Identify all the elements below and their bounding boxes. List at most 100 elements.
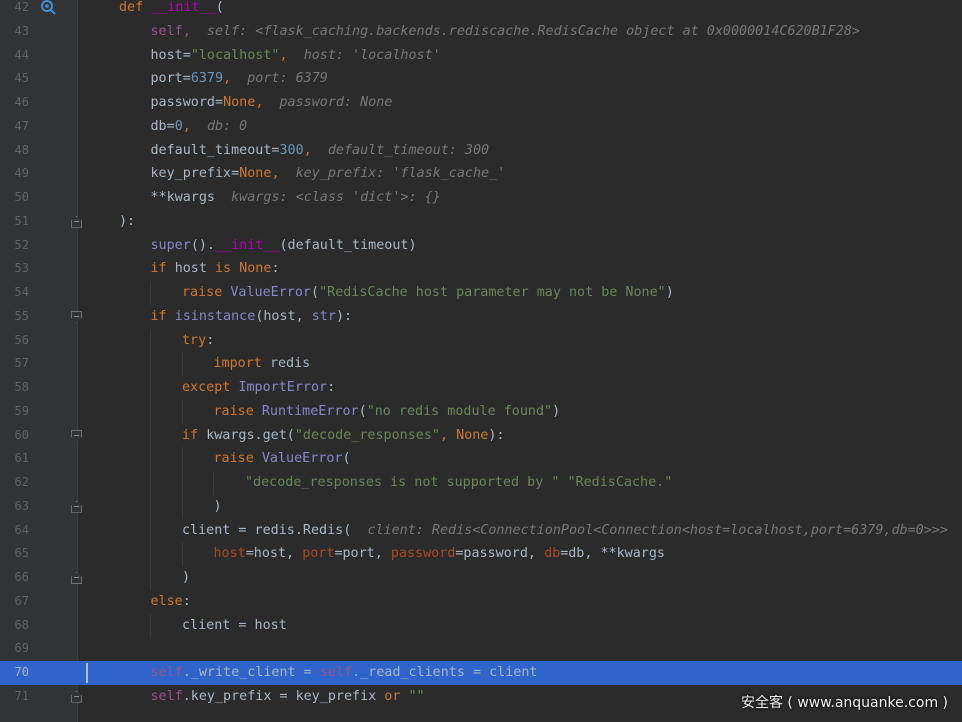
code-text[interactable]: ): [214, 495, 222, 519]
code-line[interactable]: 44 host="localhost", host: 'localhost': [0, 44, 962, 68]
code-text[interactable]: db=0, db: 0: [151, 115, 248, 139]
fold-close-icon[interactable]: [71, 500, 82, 513]
line-number[interactable]: 42: [0, 0, 29, 20]
code-line[interactable]: 57 import redis: [0, 352, 962, 376]
line-number[interactable]: 49: [0, 162, 29, 186]
code-text[interactable]: raise ValueError(: [214, 447, 351, 471]
code-text[interactable]: default_timeout=300, default_timeout: 30…: [151, 139, 490, 163]
line-number[interactable]: 43: [0, 20, 29, 44]
line-number[interactable]: 56: [0, 329, 29, 353]
code-line[interactable]: 56 try:: [0, 328, 962, 353]
code-text[interactable]: self.key_prefix = key_prefix or "": [151, 685, 425, 709]
line-number[interactable]: 62: [0, 471, 29, 495]
code-line[interactable]: 50 **kwargs kwargs: <class 'dict'>: {}: [0, 186, 962, 210]
code-line[interactable]: 55 if isinstance(host, str):: [0, 305, 962, 329]
line-number[interactable]: 69: [0, 637, 29, 661]
fold-close-icon[interactable]: [71, 215, 82, 228]
code-text[interactable]: host=host, port=port, password=password,…: [214, 542, 666, 566]
code-text[interactable]: password=None, password: None: [151, 91, 393, 115]
code-line[interactable]: 61 raise ValueError(: [0, 447, 962, 471]
line-number[interactable]: 46: [0, 91, 29, 115]
code-line[interactable]: 68 client = host: [0, 613, 962, 638]
code-line[interactable]: 63): [0, 494, 962, 519]
code-line[interactable]: 60 if kwargs.get("decode_responses", None…: [0, 423, 962, 448]
line-number[interactable]: 47: [0, 115, 29, 139]
code-line[interactable]: 46 password=None, password: None: [0, 91, 962, 115]
line-number[interactable]: 60: [0, 424, 29, 448]
code-text[interactable]: raise RuntimeError("no redis module foun…: [214, 400, 561, 424]
line-number[interactable]: 51: [0, 210, 29, 234]
fold-open-icon[interactable]: [71, 429, 82, 442]
code-text[interactable]: raise ValueError("RedisCache host parame…: [182, 281, 674, 305]
line-number[interactable]: 45: [0, 67, 29, 91]
indent-guide: [150, 447, 151, 471]
code-line[interactable]: 45 port=6379, port: 6379: [0, 67, 962, 91]
code-text[interactable]: if host is None:: [151, 257, 280, 281]
code-text[interactable]: if kwargs.get("decode_responses", None):: [182, 424, 505, 448]
line-number[interactable]: 59: [0, 400, 29, 424]
code-text[interactable]: def __init__(: [119, 0, 224, 20]
code-line[interactable]: 49 key_prefix=None, key_prefix: 'flask_ca…: [0, 162, 962, 186]
line-number[interactable]: 66: [0, 566, 29, 590]
code-token: port: [302, 546, 335, 562]
code-text[interactable]: key_prefix=None, key_prefix: 'flask_cach…: [151, 162, 506, 186]
code-text[interactable]: "decode_responses is not supported by " …: [245, 471, 672, 495]
code-text[interactable]: except ImportError:: [182, 376, 335, 400]
line-number[interactable]: 57: [0, 352, 29, 376]
code-text[interactable]: if isinstance(host, str):: [151, 305, 353, 329]
code-line[interactable]: 54 raise ValueError("RedisCache host para…: [0, 281, 962, 305]
code-line[interactable]: 64 client = redis.Redis( client: Redis<Co…: [0, 518, 962, 543]
fold-close-icon[interactable]: [71, 572, 82, 584]
code-text[interactable]: self._write_client = self._read_clients …: [151, 661, 538, 685]
code-line[interactable]: 42 def __init__(: [0, 0, 962, 20]
code-line[interactable]: 67 else:: [0, 590, 962, 614]
line-number[interactable]: 53: [0, 257, 29, 281]
code-line[interactable]: 53 if host is None:: [0, 257, 962, 281]
fold-open-icon[interactable]: [71, 310, 82, 323]
line-number[interactable]: 52: [0, 234, 29, 258]
code-line[interactable]: 58 except ImportError:: [0, 376, 962, 400]
line-number[interactable]: 50: [0, 186, 29, 210]
code-text[interactable]: client = redis.Redis( client: Redis<Conn…: [182, 519, 948, 543]
line-number[interactable]: 55: [0, 305, 29, 329]
line-number[interactable]: 44: [0, 44, 29, 68]
code-text[interactable]: else:: [151, 590, 191, 614]
line-number[interactable]: 58: [0, 376, 29, 400]
debug-step-icon[interactable]: [40, 0, 56, 15]
code-text[interactable]: ): [182, 566, 190, 590]
line-number[interactable]: 68: [0, 614, 29, 638]
code-text[interactable]: import redis: [214, 352, 311, 376]
code-line[interactable]: 51):: [0, 210, 962, 234]
code-line-current[interactable]: 70 self._write_client = self._read_client…: [0, 661, 962, 685]
code-editor[interactable]: 42 def __init__( 43 self, self: <flask_cach…: [0, 0, 962, 722]
line-number[interactable]: 65: [0, 542, 29, 566]
code-text[interactable]: **kwargs kwargs: <class 'dict'>: {}: [151, 186, 441, 210]
indent-guide: [150, 542, 151, 566]
line-number[interactable]: 67: [0, 590, 29, 614]
code-text[interactable]: host="localhost", host: 'localhost': [151, 44, 441, 68]
code-line[interactable]: 66): [0, 566, 962, 590]
line-number[interactable]: 70: [0, 661, 29, 685]
code-line[interactable]: 47 db=0, db: 0: [0, 115, 962, 139]
line-number[interactable]: 71: [0, 685, 29, 709]
line-number[interactable]: 48: [0, 139, 29, 163]
line-number[interactable]: 63: [0, 495, 29, 519]
code-text[interactable]: port=6379, port: 6379: [151, 67, 328, 91]
code-line[interactable]: 69: [0, 637, 962, 661]
code-line[interactable]: 43 self, self: <flask_caching.backends.re…: [0, 20, 962, 44]
fold-close-icon[interactable]: [71, 690, 82, 703]
code-line[interactable]: 48 default_timeout=300, default_timeout: …: [0, 139, 962, 163]
code-line[interactable]: 65 host=host, port=port, password=passwor…: [0, 542, 962, 566]
code-line[interactable]: 59 raise RuntimeError("no redis module fo…: [0, 399, 962, 424]
line-number[interactable]: 54: [0, 281, 29, 305]
code-text[interactable]: ):: [119, 210, 135, 234]
code-text[interactable]: try:: [182, 329, 214, 353]
code-text[interactable]: super().__init__(default_timeout): [151, 234, 417, 258]
code-line[interactable]: 62 "decode_responses is not supported by …: [0, 471, 962, 495]
line-number[interactable]: 61: [0, 447, 29, 471]
line-number[interactable]: 64: [0, 519, 29, 543]
code-token: =port,: [334, 546, 391, 562]
code-text[interactable]: client = host: [182, 614, 287, 638]
code-line[interactable]: 52 super().__init__(default_timeout): [0, 234, 962, 258]
code-text[interactable]: self, self: <flask_caching.backends.redi…: [151, 20, 860, 44]
